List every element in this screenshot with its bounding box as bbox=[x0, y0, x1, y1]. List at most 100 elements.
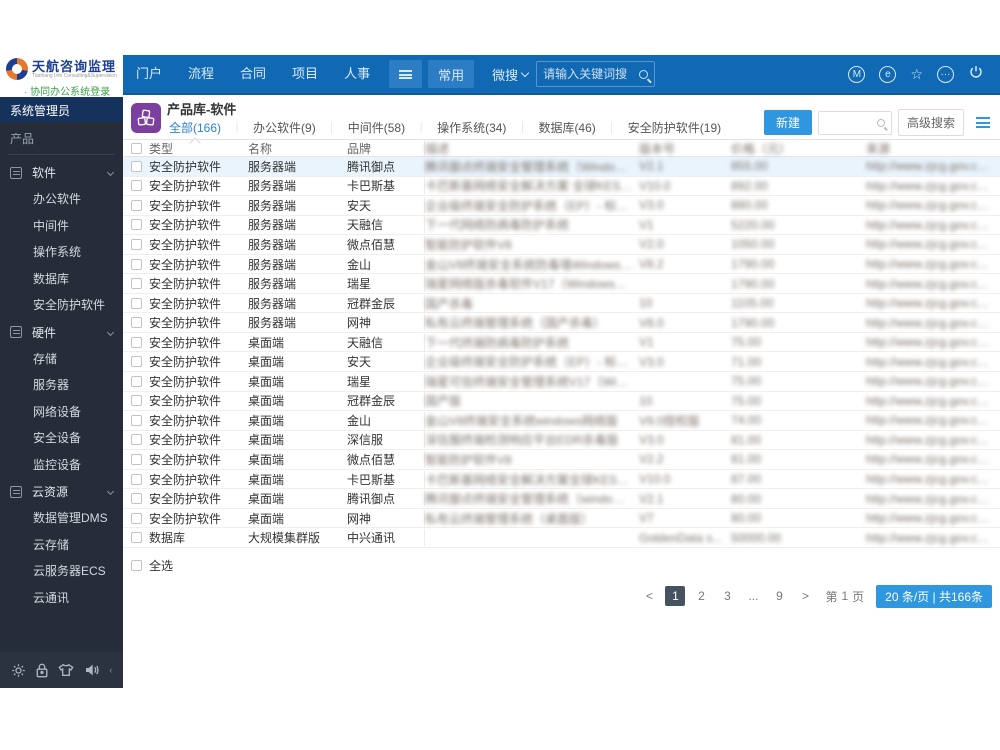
row-checkbox[interactable] bbox=[131, 180, 142, 192]
prev-page-button[interactable]: < bbox=[639, 586, 659, 606]
select-all-checkbox[interactable] bbox=[131, 560, 142, 572]
table-row[interactable]: 安全防护软件 服务器端 金山 金山V8终端安全系统防毒墙Windows网络版 V8.2 1… bbox=[123, 255, 1000, 275]
theme-shirt-icon[interactable] bbox=[58, 663, 75, 677]
table-row[interactable]: 安全防护软件 桌面端 冠群金辰 国产版 10 75.00 http://www.zjcg.g… bbox=[123, 392, 1000, 412]
sidebar-item-数据库[interactable]: 数据库 bbox=[0, 266, 123, 293]
page-button-3[interactable]: 3 bbox=[717, 586, 737, 606]
table-row[interactable]: 安全防护软件 服务器端 天融信 下一代网络防病毒防护系统 V1 5220.00 http:/… bbox=[123, 216, 1000, 236]
lock-icon[interactable] bbox=[35, 663, 49, 678]
row-checkbox[interactable] bbox=[131, 493, 142, 505]
sidebar-group-1[interactable]: 软件 bbox=[0, 159, 123, 186]
row-checkbox[interactable] bbox=[131, 199, 142, 211]
sidebar-item-云存储[interactable]: 云存储 bbox=[0, 532, 123, 559]
col-header-name[interactable]: 名称 bbox=[248, 140, 347, 157]
row-checkbox[interactable] bbox=[131, 317, 142, 329]
more-circle-icon[interactable]: ··· bbox=[937, 65, 954, 83]
power-icon[interactable] bbox=[968, 64, 984, 85]
table-row[interactable]: 安全防护软件 服务器端 网神 私有云终端管理系统（国产杀毒） V8.0 1790.00 ht… bbox=[123, 313, 1000, 333]
row-checkbox[interactable] bbox=[131, 297, 142, 309]
row-checkbox[interactable] bbox=[131, 160, 142, 172]
table-row[interactable]: 数据库 大规模集群版 中兴通讯 GoldenData s... 50000.00 http… bbox=[123, 528, 1000, 548]
star-icon[interactable]: ☆ bbox=[910, 66, 923, 83]
jump-page-number[interactable]: 1 bbox=[841, 589, 848, 603]
advanced-search-button[interactable]: 高级搜索 bbox=[897, 109, 964, 136]
row-checkbox[interactable] bbox=[131, 258, 142, 270]
row-checkbox[interactable] bbox=[131, 434, 142, 446]
row-checkbox[interactable] bbox=[131, 336, 142, 348]
table-row[interactable]: 安全防护软件 服务器端 安天企业级终端安全防护系统（EP）- 标准版五年服务V3.0… bbox=[123, 196, 1000, 216]
collapse-chevron-icon[interactable]: ‹ bbox=[109, 665, 112, 675]
table-row[interactable]: 安全防护软件 桌面端 卡巴斯基卡巴斯基网络安全解决方案全球KES授权（标准版）- K… bbox=[123, 470, 1000, 490]
m-badge-icon[interactable]: M bbox=[848, 65, 866, 83]
sidebar-item-安全防护软件[interactable]: 安全防护软件 bbox=[0, 292, 123, 319]
table-row[interactable]: 安全防护软件 服务器端 瑞星瑞星网络版杀毒软件V17（Windows版）三年升级 17… bbox=[123, 274, 1000, 294]
select-all-header-checkbox[interactable] bbox=[131, 142, 142, 154]
col-header-price[interactable]: 价格（元） bbox=[731, 140, 866, 157]
table-search-icon[interactable] bbox=[876, 118, 885, 127]
table-row[interactable]: 安全防护软件 桌面端 天融信 下一代终端防病毒防护系统 V1 75.00 http://ww… bbox=[123, 333, 1000, 353]
sidebar-item-操作系统[interactable]: 操作系统 bbox=[0, 239, 123, 266]
sidebar-item-云通讯[interactable]: 云通讯 bbox=[0, 585, 123, 612]
page-button-1[interactable]: 1 bbox=[665, 586, 686, 607]
list-view-icon[interactable] bbox=[976, 117, 990, 128]
sidebar-item-数据管理DMS[interactable]: 数据管理DMS bbox=[0, 505, 123, 532]
row-checkbox[interactable] bbox=[131, 219, 142, 231]
tab-2[interactable]: 办公软件(9) bbox=[251, 118, 318, 138]
nav-item-2[interactable]: 流程 bbox=[175, 55, 227, 93]
col-header-brand[interactable]: 品牌 bbox=[347, 139, 425, 157]
table-row[interactable]: 安全防护软件 服务器端 冠群金辰 国产杀毒 10 1105.00 http://www.zj… bbox=[123, 294, 1000, 314]
sidebar-group-3[interactable]: 云资源 bbox=[0, 478, 123, 505]
col-header-source[interactable]: 来源 bbox=[866, 140, 1000, 157]
row-checkbox[interactable] bbox=[131, 512, 142, 524]
sidebar-section-product[interactable]: 产品 bbox=[0, 122, 123, 154]
row-checkbox[interactable] bbox=[131, 278, 142, 290]
page-button-2[interactable]: 2 bbox=[691, 586, 711, 606]
page-button-9[interactable]: 9 bbox=[769, 586, 789, 606]
sidebar-item-存储[interactable]: 存储 bbox=[0, 346, 123, 373]
col-header-version[interactable]: 版本号 bbox=[639, 140, 731, 157]
tab-4[interactable]: 操作系统(34) bbox=[435, 118, 508, 138]
table-search-input[interactable] bbox=[818, 115, 877, 130]
nav-item-1[interactable]: 门户 bbox=[123, 55, 175, 93]
col-header-desc[interactable]: 描述 bbox=[425, 140, 639, 157]
collab-login-link[interactable]: · 协同办公系统登录 bbox=[24, 83, 123, 98]
sidebar-item-中间件[interactable]: 中间件 bbox=[0, 213, 123, 240]
sidebar-item-办公软件[interactable]: 办公软件 bbox=[0, 186, 123, 213]
row-checkbox[interactable] bbox=[131, 473, 142, 485]
table-row[interactable]: 安全防护软件 桌面端 金山 金山V8终端安全系统windows网络版 V9.0授权版 74… bbox=[123, 411, 1000, 431]
table-row[interactable]: 安全防护软件 服务器端 卡巴斯基卡巴斯基网络安全解决方案 全球KES授权 针对标准K… bbox=[123, 177, 1000, 197]
nav-item-3[interactable]: 合同 bbox=[227, 55, 279, 93]
tab-5[interactable]: 数据库(46) bbox=[536, 118, 597, 138]
sidebar-item-网络设备[interactable]: 网络设备 bbox=[0, 399, 123, 426]
page-size-badge[interactable]: 20 条/页 | 共166条 bbox=[876, 584, 992, 608]
search-icon[interactable] bbox=[639, 69, 649, 79]
nav-item-5[interactable]: 人事 bbox=[331, 55, 383, 93]
gear-icon[interactable] bbox=[11, 663, 26, 678]
speaker-icon[interactable] bbox=[84, 663, 100, 677]
menu-grid-button[interactable] bbox=[389, 60, 423, 88]
next-page-button[interactable]: > bbox=[795, 586, 815, 606]
row-checkbox[interactable] bbox=[131, 453, 142, 465]
table-row[interactable]: 安全防护软件 桌面端 网神 私有云终端管理系统（桌面版） V7 80.00 http://w… bbox=[123, 509, 1000, 529]
table-row[interactable]: 安全防护软件 服务器端 微点佰慧 智能防护软件V8 V2.0 1050.00 http://… bbox=[123, 235, 1000, 255]
row-checkbox[interactable] bbox=[131, 532, 142, 544]
row-checkbox[interactable] bbox=[131, 414, 142, 426]
row-checkbox[interactable] bbox=[131, 395, 142, 407]
table-row[interactable]: 安全防护软件 桌面端 瑞星瑞星可信终端安全管理系统V17（Windows桌面版） 75… bbox=[123, 372, 1000, 392]
row-checkbox[interactable] bbox=[131, 238, 142, 250]
table-row[interactable]: 安全防护软件 服务器端 腾讯御点 腾讯御点终端安全管理系统（Windows版） V2.1… bbox=[123, 157, 1000, 177]
create-button[interactable]: 新建 bbox=[763, 110, 812, 135]
search-scope-dropdown[interactable]: 微搜 bbox=[492, 65, 530, 84]
row-checkbox[interactable] bbox=[131, 356, 142, 368]
sidebar-item-服务器[interactable]: 服务器 bbox=[0, 372, 123, 399]
sidebar-item-安全设备[interactable]: 安全设备 bbox=[0, 425, 123, 452]
table-row[interactable]: 安全防护软件 桌面端 安天企业级终端安全防护系统（EP）- 标准版五年V3.0 71.… bbox=[123, 352, 1000, 373]
tab-6[interactable]: 安全防护软件(19) bbox=[626, 118, 723, 138]
frequent-menu-button[interactable]: 常用 bbox=[428, 60, 475, 88]
sidebar-item-云服务器ECS[interactable]: 云服务器ECS bbox=[0, 558, 123, 585]
message-icon[interactable]: e bbox=[879, 65, 897, 83]
table-row[interactable]: 安全防护软件 桌面端 腾讯御点腾讯御点终端安全管理系统（windows版）V2.1版… bbox=[123, 489, 1000, 509]
table-row[interactable]: 安全防护软件 桌面端 深信服 深信服终端检测响应平台EDR杀毒版 V3.0 81.00 ht… bbox=[123, 431, 1000, 451]
tab-1[interactable]: 全部(166) bbox=[167, 118, 223, 138]
nav-item-4[interactable]: 项目 bbox=[279, 55, 331, 93]
